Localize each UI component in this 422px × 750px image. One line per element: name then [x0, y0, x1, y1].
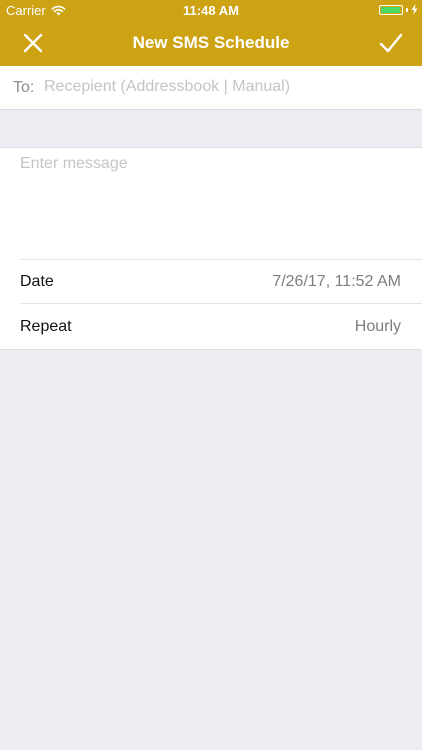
battery-tip	[406, 7, 408, 12]
repeat-row[interactable]: Repeat Hourly	[20, 305, 422, 350]
checkmark-icon[interactable]	[378, 30, 404, 56]
recipient-input[interactable]	[44, 74, 414, 100]
repeat-value: Hourly	[354, 318, 401, 335]
app-header: Carrier 11:48 AM New SMS Schedule	[0, 0, 422, 66]
status-bar: Carrier 11:48 AM	[0, 0, 422, 20]
repeat-label: Repeat	[20, 318, 72, 335]
battery-indicator	[379, 4, 418, 15]
date-row[interactable]: Date 7/26/17, 11:52 AM	[20, 259, 422, 304]
message-input[interactable]	[20, 155, 410, 251]
navigation-bar: New SMS Schedule	[0, 20, 422, 66]
page-title: New SMS Schedule	[132, 33, 290, 52]
battery-icon	[379, 4, 403, 15]
message-form: Date 7/26/17, 11:52 AM Repeat Hourly	[0, 147, 422, 350]
recipient-label: To:	[13, 79, 35, 96]
recipient-row: To:	[0, 66, 422, 110]
date-label: Date	[20, 273, 54, 290]
battery-fill	[381, 6, 400, 13]
status-time: 11:48 AM	[183, 3, 239, 18]
date-value: 7/26/17, 11:52 AM	[272, 273, 401, 290]
charging-bolt-icon	[411, 4, 418, 15]
